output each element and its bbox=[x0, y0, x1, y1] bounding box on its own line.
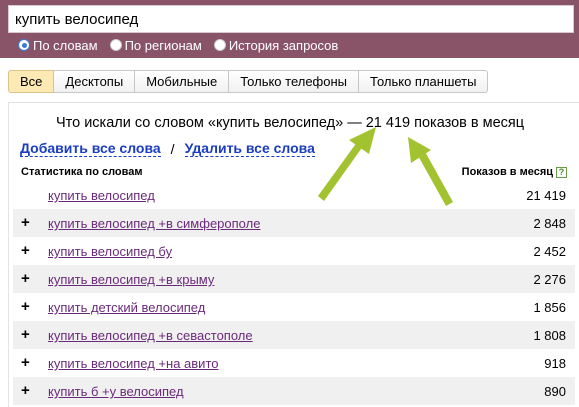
radio-icon[interactable] bbox=[109, 39, 122, 51]
add-keyword-plus-icon[interactable]: + bbox=[21, 354, 30, 371]
remove-all-words-link[interactable]: Удалить все слова bbox=[184, 141, 315, 157]
mode-by-regions[interactable]: По регионам bbox=[109, 37, 202, 53]
add-keyword-plus-icon[interactable]: + bbox=[21, 214, 30, 231]
tab-all[interactable]: Все bbox=[8, 70, 55, 93]
search-mode-group: По словам По регионам История запросов bbox=[18, 36, 350, 54]
column-header-impressions: Показов в месяц ? bbox=[462, 166, 567, 178]
keyword-link[interactable]: купить велосипед bbox=[48, 188, 155, 203]
keyword-link[interactable]: купить велосипед +в севастополе bbox=[48, 328, 253, 343]
table-row: + купить б +у велосипед 890 bbox=[13, 377, 575, 405]
tab-phones-only[interactable]: Только телефоны bbox=[229, 70, 360, 93]
bulk-actions: Добавить все слова / Удалить все слова bbox=[20, 141, 315, 157]
impressions-count: 918 bbox=[544, 356, 566, 371]
keyword-link[interactable]: купить велосипед +в симферополе bbox=[48, 216, 260, 231]
keyword-table: купить велосипед 21 419 + купить велосип… bbox=[13, 181, 575, 405]
mode-history[interactable]: История запросов bbox=[213, 37, 339, 53]
summary-heading: Что искали со словом «купить велосипед» … bbox=[55, 115, 525, 131]
column-header-keywords: Статистика по словам bbox=[21, 166, 143, 178]
add-keyword-plus-icon[interactable]: + bbox=[21, 326, 30, 343]
mode-by-words[interactable]: По словам bbox=[18, 38, 98, 53]
keyword-link[interactable]: купить велосипед +в крыму bbox=[48, 272, 214, 287]
table-row: + купить велосипед +в крыму 2 276 bbox=[13, 265, 575, 293]
table-row: + купить велосипед +в симферополе 2 848 bbox=[13, 209, 575, 237]
mode-label: По словам bbox=[33, 37, 98, 53]
help-icon[interactable]: ? bbox=[556, 166, 567, 178]
tab-desktops[interactable]: Десктопы bbox=[54, 70, 136, 93]
impressions-count: 2 848 bbox=[533, 216, 566, 231]
tab-mobile[interactable]: Мобильные bbox=[135, 70, 230, 93]
add-keyword-plus-icon[interactable]: + bbox=[21, 382, 30, 399]
table-row: + купить детский велосипед 1 856 bbox=[13, 293, 575, 321]
add-keyword-plus-icon[interactable]: + bbox=[21, 298, 30, 315]
keyword-link[interactable]: купить велосипед +на авито bbox=[48, 356, 219, 371]
table-row: + купить велосипед бу 2 452 bbox=[13, 237, 575, 265]
search-input[interactable] bbox=[8, 5, 574, 33]
keyword-link[interactable]: купить детский велосипед bbox=[48, 300, 205, 315]
radio-icon[interactable] bbox=[213, 39, 226, 51]
table-row: + купить велосипед +в севастополе 1 808 bbox=[13, 321, 575, 349]
separator: / bbox=[170, 141, 175, 157]
add-keyword-plus-icon[interactable]: + bbox=[21, 242, 30, 259]
radio-checked-icon[interactable] bbox=[18, 39, 30, 51]
impressions-count: 21 419 bbox=[526, 188, 566, 203]
add-keyword-plus-icon[interactable]: + bbox=[21, 270, 30, 287]
impressions-count: 890 bbox=[544, 384, 566, 399]
table-row: купить велосипед 21 419 bbox=[13, 181, 575, 209]
impressions-count: 1 856 bbox=[533, 300, 566, 315]
add-all-words-link[interactable]: Добавить все слова bbox=[20, 141, 161, 157]
impressions-count: 2 276 bbox=[533, 272, 566, 287]
table-row: + купить велосипед +на авито 918 bbox=[13, 349, 575, 377]
column-header-label: Показов в месяц bbox=[461, 166, 553, 178]
tab-tablets-only[interactable]: Только планшеты bbox=[359, 70, 489, 93]
device-tabs: Все Десктопы Мобильные Только телефоны Т… bbox=[8, 70, 489, 93]
keyword-link[interactable]: купить б +у велосипед bbox=[48, 384, 184, 399]
keyword-link[interactable]: купить велосипед бу bbox=[48, 244, 172, 259]
mode-label: По регионам bbox=[124, 37, 202, 53]
results-panel: Что искали со словом «купить велосипед» … bbox=[8, 102, 579, 407]
impressions-count: 2 452 bbox=[533, 244, 566, 259]
impressions-count: 1 808 bbox=[533, 328, 566, 343]
search-header: По словам По регионам История запросов bbox=[0, 0, 579, 58]
mode-label: История запросов bbox=[228, 37, 339, 53]
